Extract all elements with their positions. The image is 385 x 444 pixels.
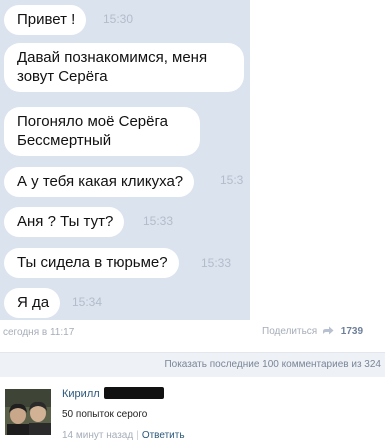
comment-footer: 14 минут назад | Ответить	[62, 430, 185, 441]
comment-text: 50 попыток серого	[62, 409, 148, 420]
comment-separator: |	[136, 430, 139, 441]
message-text: Ты сидела в тюрьме?	[17, 254, 168, 271]
message-text: Погоняло моё Серёга Бессмертный	[17, 113, 168, 149]
share-button[interactable]: Поделиться 1739	[262, 326, 363, 337]
redacted-surname	[104, 387, 164, 399]
message-text: А у тебя какая кликуха?	[17, 173, 184, 190]
message-text: Аня ? Ты тут?	[17, 213, 114, 230]
show-more-label: Показать последние 100 комментариев из 3…	[164, 359, 381, 370]
message-bubble: Давай познакомимся, меня зовут Серёга	[4, 43, 244, 92]
message-text: Я да	[17, 294, 50, 311]
avatar-photo	[5, 389, 51, 435]
show-more-comments[interactable]: Показать последние 100 комментариев из 3…	[0, 352, 385, 377]
message-text: Привет !	[17, 11, 76, 28]
message-time: 15:33	[143, 214, 174, 228]
message-time: 15:30	[103, 12, 134, 26]
share-arrow-icon	[323, 326, 334, 335]
message-bubble: Я да	[4, 288, 61, 318]
chat-screenshot: Привет ! 15:30 Давай познакомимся, меня …	[0, 0, 250, 320]
avatar[interactable]	[5, 389, 51, 435]
message-time: 15:34	[72, 295, 103, 309]
share-count: 1739	[340, 326, 364, 337]
message-bubble: Погоняло моё Серёга Бессмертный	[4, 107, 200, 156]
comment-author[interactable]: Кирилл	[62, 388, 100, 400]
message-text: Давай познакомимся, меня зовут Серёга	[17, 49, 208, 85]
message-time: 15:3	[220, 173, 244, 187]
message-bubble: Ты сидела в тюрьме?	[4, 248, 179, 278]
reply-link[interactable]: Ответить	[142, 430, 185, 441]
message-bubble: А у тебя какая кликуха?	[4, 167, 195, 197]
comment-time[interactable]: 14 минут назад	[62, 430, 133, 441]
message-time: 15:33	[201, 256, 232, 270]
post-date[interactable]: сегодня в 11:17	[3, 327, 74, 338]
message-bubble: Привет !	[4, 5, 87, 35]
message-bubble: Аня ? Ты тут?	[4, 207, 125, 237]
share-label: Поделиться	[262, 326, 318, 337]
